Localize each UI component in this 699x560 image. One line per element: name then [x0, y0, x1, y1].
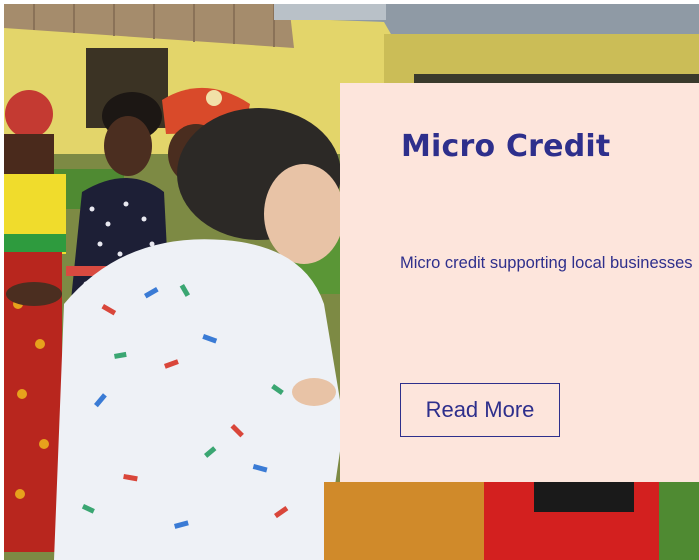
micro-credit-card: Micro Credit Micro credit supporting loc…	[340, 83, 699, 482]
card-description: Micro credit supporting local businesses	[400, 254, 693, 272]
card-title: Micro Credit	[401, 129, 611, 164]
page: Micro Credit Micro credit supporting loc…	[0, 0, 699, 560]
read-more-button[interactable]: Read More	[400, 383, 560, 437]
